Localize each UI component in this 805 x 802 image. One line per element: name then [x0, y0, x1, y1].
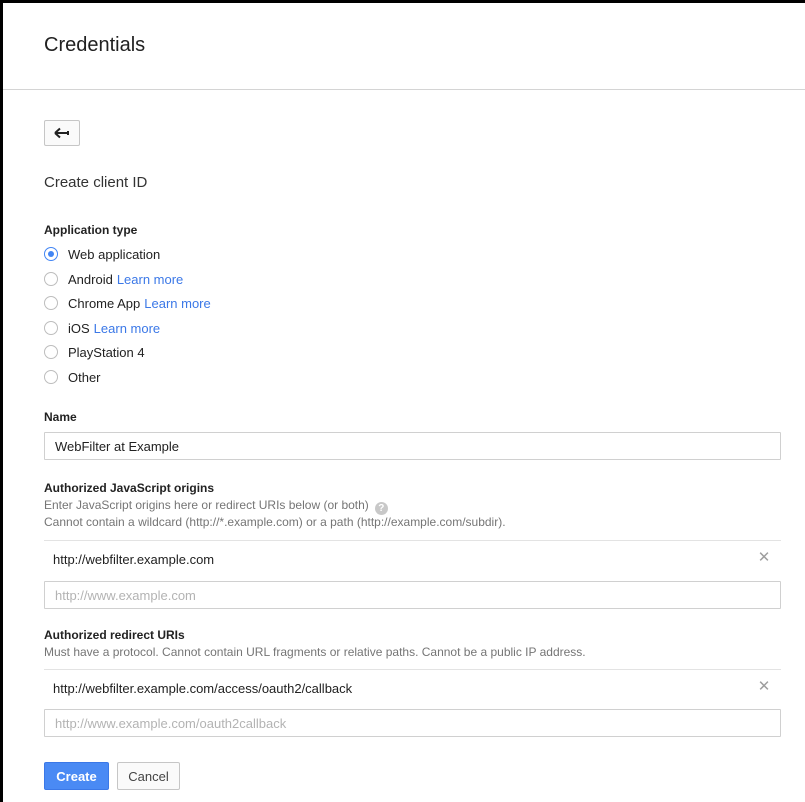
learn-more-link[interactable]: Learn more [94, 321, 160, 336]
help-icon[interactable]: ? [374, 502, 388, 515]
name-input[interactable]: WebFilter at Example [44, 432, 781, 460]
js-origins-label: Authorized JavaScript origins [44, 481, 215, 495]
close-icon[interactable]: ✕ [757, 550, 771, 565]
radio-label: iOS [68, 320, 90, 336]
js-origin-value: http://webfilter.example.com [53, 552, 215, 567]
form-subtitle: Create client ID [44, 174, 148, 191]
back-arrow-icon [54, 127, 69, 139]
redirect-uri-value: http://webfilter.example.com/access/oaut… [53, 681, 353, 696]
radio-label: Android [68, 271, 113, 287]
radio-label: Chrome App [68, 295, 141, 311]
js-origin-input[interactable]: http://www.example.com [44, 581, 781, 609]
radio-ios[interactable]: iOS Learn more [44, 318, 160, 338]
name-label: Name [44, 410, 77, 424]
page-header: Credentials [3, 3, 805, 90]
close-icon[interactable]: ✕ [757, 679, 771, 694]
radio-other[interactable]: Other [44, 367, 101, 387]
radio-label: Other [68, 369, 101, 385]
redirect-uri-entry[interactable]: http://webfilter.example.com/access/oaut… [44, 669, 781, 707]
radio-button-checked[interactable] [44, 247, 58, 261]
radio-label: PlayStation 4 [68, 344, 145, 360]
create-button[interactable]: Create [44, 762, 109, 790]
js-origins-help-wildcard: Cannot contain a wildcard (http://*.exam… [44, 515, 506, 529]
radio-button[interactable] [44, 345, 58, 359]
radio-playstation-4[interactable]: PlayStation 4 [44, 342, 145, 362]
page-title: Credentials [44, 33, 146, 56]
application-type-label: Application type [44, 223, 138, 237]
learn-more-link[interactable]: Learn more [144, 296, 210, 311]
radio-web-application[interactable]: Web application [44, 244, 160, 264]
radio-button[interactable] [44, 296, 58, 310]
redirect-uris-label: Authorized redirect URIs [44, 628, 185, 642]
radio-chrome-app[interactable]: Chrome App Learn more [44, 293, 211, 313]
js-origins-help-text: Enter JavaScript origins here or redirec… [44, 498, 369, 512]
radio-button[interactable] [44, 321, 58, 335]
learn-more-link[interactable]: Learn more [117, 272, 183, 287]
radio-android[interactable]: Android Learn more [44, 269, 183, 289]
js-origin-entry[interactable]: http://webfilter.example.com ✕ [44, 540, 781, 578]
back-button[interactable] [44, 120, 80, 146]
redirect-uri-input[interactable]: http://www.example.com/oauth2callback [44, 709, 781, 737]
radio-label: Web application [68, 246, 161, 262]
credentials-window: Credentials Create client ID Application… [0, 0, 805, 802]
js-origins-help-line: Enter JavaScript origins here or redirec… [44, 498, 388, 515]
redirect-uris-help: Must have a protocol. Cannot contain URL… [44, 645, 586, 659]
radio-button[interactable] [44, 370, 58, 384]
radio-button[interactable] [44, 272, 58, 286]
cancel-button[interactable]: Cancel [117, 762, 180, 790]
